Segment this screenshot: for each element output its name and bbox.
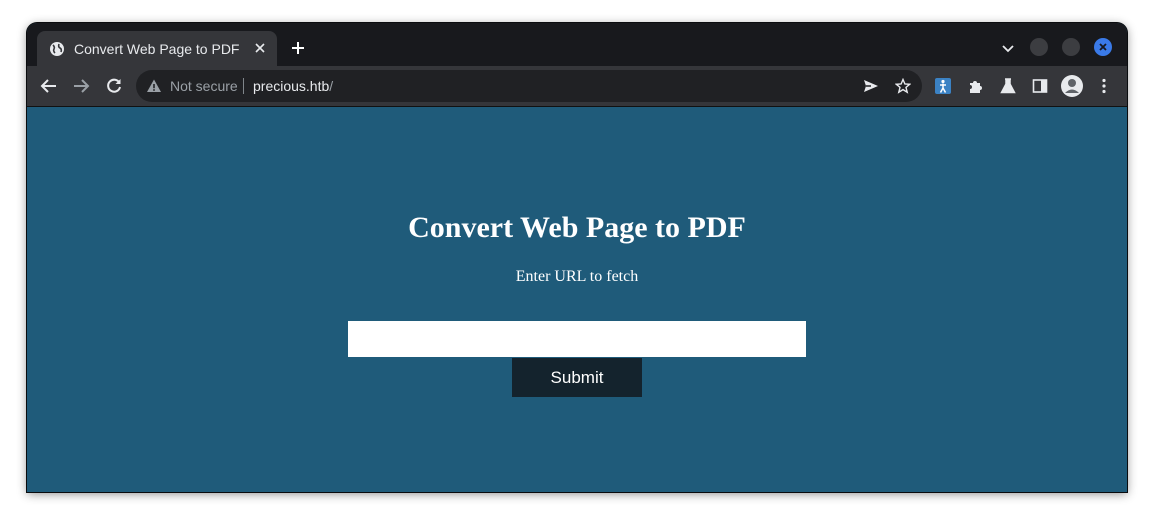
- profile-avatar-icon[interactable]: [1060, 74, 1084, 98]
- forward-arrow-icon[interactable]: [72, 77, 90, 95]
- security-label[interactable]: Not secure: [170, 78, 238, 94]
- accessibility-extension-icon[interactable]: [934, 77, 952, 95]
- plus-icon[interactable]: [290, 40, 306, 56]
- omnibox-divider: [243, 78, 244, 94]
- url-path: /: [329, 78, 334, 94]
- tab-convert-web-page[interactable]: Convert Web Page to PDF: [37, 31, 277, 66]
- url-text[interactable]: precious.htb/: [253, 78, 333, 94]
- back-arrow-icon[interactable]: [40, 77, 58, 95]
- page-content: Convert Web Page to PDF Enter URL to fet…: [27, 107, 1127, 492]
- puzzle-icon[interactable]: [967, 77, 985, 95]
- page-title: Convert Web Page to PDF: [408, 211, 746, 244]
- url-host: precious.htb: [253, 78, 330, 94]
- side-panel-icon[interactable]: [1031, 77, 1049, 95]
- browser-window: Convert Web Page to PDF Not secure preci…: [27, 23, 1127, 492]
- more-vert-icon[interactable]: [1095, 77, 1113, 95]
- window-close-button[interactable]: [1094, 38, 1112, 56]
- maximize-button[interactable]: [1062, 38, 1080, 56]
- page-subtitle: Enter URL to fetch: [515, 268, 639, 285]
- star-icon[interactable]: [895, 78, 911, 94]
- tab-title: Convert Web Page to PDF: [74, 40, 240, 57]
- chevron-down-icon[interactable]: [1001, 41, 1015, 55]
- url-input[interactable]: [348, 321, 806, 357]
- address-bar[interactable]: Not secure precious.htb/: [136, 70, 922, 102]
- tab-strip: Convert Web Page to PDF: [27, 23, 1127, 66]
- submit-button[interactable]: Submit: [512, 358, 642, 397]
- warning-icon[interactable]: [146, 78, 162, 94]
- close-icon[interactable]: [253, 41, 267, 55]
- send-icon[interactable]: [863, 78, 879, 94]
- browser-toolbar: Not secure precious.htb/: [27, 66, 1127, 107]
- globe-icon: [49, 41, 65, 57]
- flask-icon[interactable]: [999, 77, 1017, 95]
- close-icon: [1099, 43, 1107, 51]
- reload-icon[interactable]: [105, 77, 123, 95]
- minimize-button[interactable]: [1030, 38, 1048, 56]
